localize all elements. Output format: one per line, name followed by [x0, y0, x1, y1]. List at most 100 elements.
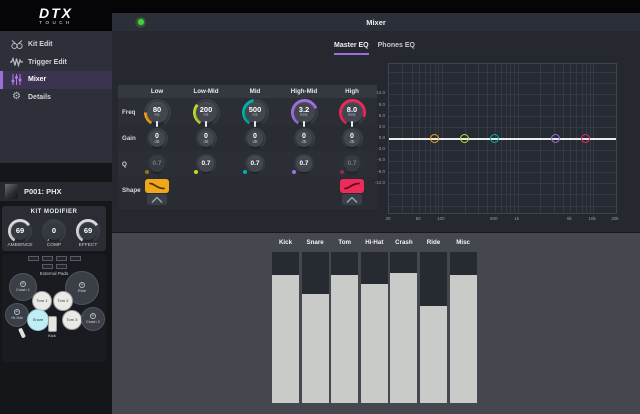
eq-band-low-mid-gain-knob[interactable]: 0dB [196, 128, 217, 149]
eq-band-high-shape-peak-button[interactable] [342, 194, 362, 205]
eq-band-low-mid-freq-knob-value: 200Hz [196, 102, 217, 123]
eq-band-low-gain-tick-icon [156, 121, 158, 127]
waveform-icon [9, 56, 24, 68]
sidebar-item-label: Mixer [28, 76, 46, 83]
fader-tom[interactable] [331, 252, 358, 403]
eq-band-high-q-knob[interactable]: 0.7 [342, 154, 362, 174]
channel-label-snare: Snare [301, 239, 329, 246]
pad-tom-2[interactable]: Tom 2 [53, 291, 73, 311]
sidebar-item-mixer[interactable]: Mixer [0, 71, 112, 89]
graph-gridline-h [389, 83, 616, 84]
graph-gridline-h [389, 206, 616, 207]
tab-master-eq[interactable]: Master EQ [334, 42, 369, 55]
kit-knob-label: EFFECT [71, 243, 105, 248]
drumkit-icon [9, 39, 24, 51]
eq-band-high-mid-q-knob[interactable]: 0.7 [294, 154, 314, 174]
external-pad-box[interactable] [56, 256, 67, 261]
graph-gridline-h [389, 194, 616, 195]
eq-band-high-freq-knob-value: 8.0kHz [342, 102, 363, 123]
pad-tom-3[interactable]: Tom 3 [62, 310, 82, 330]
tab-phones-eq[interactable]: Phones EQ [378, 42, 415, 55]
eq-band-low-mid-gain-knob-unit: dB [203, 140, 208, 145]
external-pad-box[interactable] [42, 264, 53, 269]
kit-knob-label: AMBIENCE [3, 243, 37, 248]
kit-knob-label: COMP [37, 243, 71, 248]
pad-ride-label: Ride [78, 289, 86, 294]
left-lower-panel: P001: PHX KIT MODIFIER 69AMBIENCE0COMP69… [0, 163, 112, 414]
logo-text-touch: TOUCH [39, 20, 72, 25]
eq-band-low-shape-peak-button[interactable] [147, 194, 167, 205]
external-pad-box[interactable] [42, 256, 53, 261]
hihat-pedal-icon[interactable] [18, 328, 26, 339]
pad-tom-1[interactable]: Tom 1 [32, 291, 52, 311]
kit-knob-ambience[interactable]: 69 [8, 219, 32, 243]
eq-band-high-shape-shelf-button[interactable] [340, 179, 364, 193]
pad-snare[interactable]: Snare [27, 309, 49, 331]
eq-band-low-mid-freq-knob-unit: Hz [203, 113, 208, 118]
eq-response-graph [388, 63, 617, 214]
eq-row-label-freq: Freq [122, 109, 135, 116]
eq-band-low-mid-q-knob[interactable]: 0.7 [196, 154, 216, 174]
external-pad-box[interactable] [56, 264, 67, 269]
eq-band-high-mid-q-knob-value: 0.7 [296, 156, 312, 172]
kit-knob-effect[interactable]: 69 [76, 219, 100, 243]
eq-band-low-gain-knob[interactable]: 0dB [147, 128, 168, 149]
graph-band-point[interactable] [551, 134, 560, 143]
graph-band-point[interactable] [490, 134, 499, 143]
graph-y-label: 6.0 [362, 113, 385, 118]
external-pad-box[interactable] [70, 256, 81, 261]
eq-row-label-q: Q [122, 161, 127, 168]
fader-hi-hat[interactable] [361, 252, 388, 403]
eq-band-low-q-knob[interactable]: 0.7 [147, 154, 167, 174]
eq-tabs: Master EQ Phones EQ [334, 42, 415, 55]
eq-band-high-mid-gain-knob[interactable]: 0dB [294, 128, 315, 149]
fader-fill [420, 306, 447, 403]
kit-knob-effect-number: 69 [84, 227, 92, 235]
graph-y-label: -12.0 [362, 180, 385, 185]
channel-label-kick: Kick [272, 239, 300, 246]
fader-ride[interactable] [420, 252, 447, 403]
eq-band-high-q-dot-icon [340, 170, 344, 174]
kit-modifier-panel: KIT MODIFIER 69AMBIENCE0COMP69EFFECT [2, 206, 106, 251]
eq-band-high-gain-knob-value: 0dB [344, 131, 360, 147]
fader-misc[interactable] [450, 252, 477, 403]
fader-kick[interactable] [272, 252, 299, 403]
graph-x-label: 20k [605, 216, 625, 221]
pad-tom-3-label: Tom 3 [67, 318, 78, 323]
eq-band-low-mid-q-dot-icon [194, 170, 198, 174]
kit-knob-comp[interactable]: 0 [42, 219, 66, 243]
graph-gridline-h [389, 127, 616, 128]
preset-selector[interactable]: P001: PHX [0, 182, 112, 201]
gear-icon: ⚙ [9, 91, 24, 103]
pad-hi-hat[interactable]: +Hi-Hat [5, 303, 29, 327]
fader-crash[interactable] [390, 252, 417, 403]
eq-band-mid-header: Mid [231, 88, 279, 95]
page-title: Mixer [112, 13, 640, 31]
graph-x-label: 5k [559, 216, 579, 221]
graph-x-label: 500 [484, 216, 504, 221]
sidebar-item-label: Trigger Edit [28, 59, 67, 66]
eq-band-mid-gain-tick-icon [254, 121, 256, 127]
pad-crash-2[interactable]: +Crash 2 [81, 307, 105, 331]
fader-fill [361, 284, 388, 403]
sidebar-item-trigger-edit[interactable]: Trigger Edit [0, 54, 112, 72]
fader-fill [450, 275, 477, 403]
graph-x-label: 50 [408, 216, 428, 221]
graph-x-label: 10k [582, 216, 602, 221]
eq-band-high-gain-knob[interactable]: 0dB [342, 128, 363, 149]
pad-kick-label: Kick [42, 333, 62, 338]
pad-kick[interactable] [48, 316, 57, 332]
drum-kit-panel: External Pads +Crash 1+RideTom 1Tom 2+Hi… [2, 254, 106, 362]
kit-modifier-knobs: 69AMBIENCE0COMP69EFFECT [2, 206, 106, 251]
sidebar-item-kit-edit[interactable]: Kit Edit [0, 36, 112, 54]
eq-band-mid-gain-knob[interactable]: 0dB [245, 128, 266, 149]
graph-band-point[interactable] [460, 134, 469, 143]
eq-band-low-shape-shelf-button[interactable] [145, 179, 169, 193]
eq-band-mid-q-knob[interactable]: 0.7 [245, 154, 265, 174]
external-pad-box[interactable] [28, 256, 39, 261]
graph-y-label: 9.0 [362, 102, 385, 107]
fader-snare[interactable] [302, 252, 329, 403]
sidebar-item-details[interactable]: ⚙Details [0, 89, 112, 107]
preset-thumbnail [5, 184, 18, 199]
eq-band-low-q-knob-value: 0.7 [149, 156, 165, 172]
